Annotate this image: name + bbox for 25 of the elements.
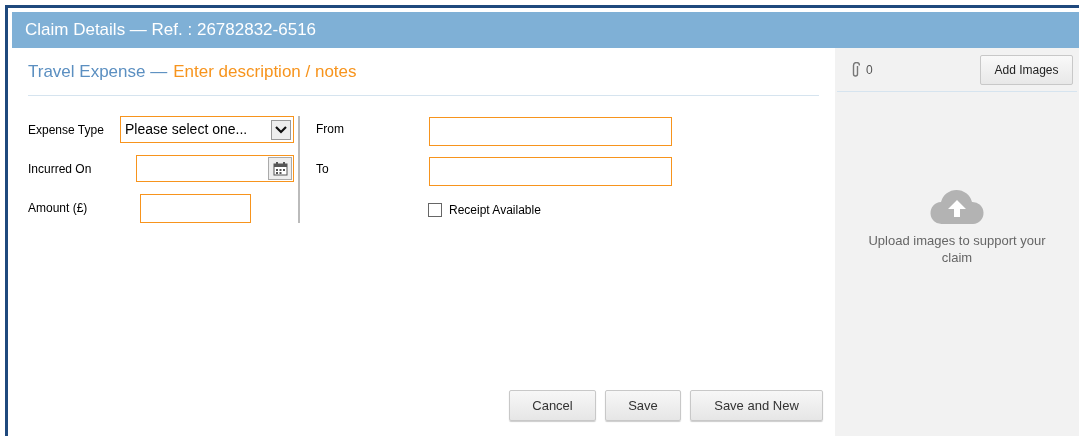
field-label: To xyxy=(316,161,330,178)
field-label: Incurred On xyxy=(28,161,93,178)
attachment-count: 0 xyxy=(866,61,873,79)
cloud-upload-icon xyxy=(930,189,984,225)
description-field[interactable]: Enter description / notes xyxy=(173,58,434,85)
form-button[interactable]: Cancel xyxy=(509,390,596,421)
add-images-button[interactable]: Add Images xyxy=(980,54,1073,85)
amount-field[interactable] xyxy=(140,194,251,223)
paperclip-icon xyxy=(851,61,860,78)
field-label: From xyxy=(316,121,345,138)
upload-hint: Upload images to support your claim xyxy=(867,232,1047,266)
date-field[interactable] xyxy=(135,155,294,182)
expense-category: Travel Expense — xyxy=(28,60,168,83)
form-button[interactable]: Save xyxy=(605,390,681,421)
chevron-down-icon xyxy=(271,119,291,140)
calendar-icon[interactable] xyxy=(268,157,292,180)
expense-type-select[interactable]: Please select one... xyxy=(120,116,294,143)
field-label: Expense Type xyxy=(28,122,105,139)
location-field[interactable] xyxy=(429,157,672,186)
receipt-checkbox[interactable]: Receipt Available xyxy=(428,201,672,219)
window-title: Claim Details — Ref. : 26782832-6516 xyxy=(25,19,317,42)
checkbox-box[interactable] xyxy=(428,203,442,217)
field-label: Amount (£) xyxy=(28,200,89,217)
location-field[interactable] xyxy=(429,117,672,146)
form-button[interactable]: Save and New xyxy=(690,390,823,421)
